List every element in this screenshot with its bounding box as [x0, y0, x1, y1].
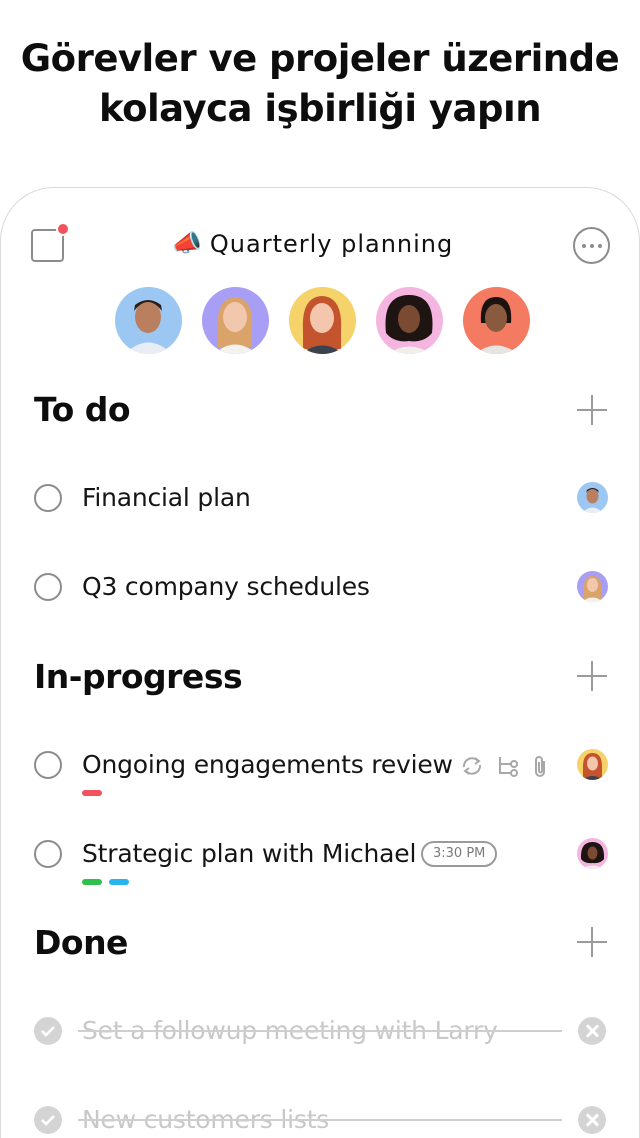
remove-icon[interactable]: [578, 1106, 606, 1134]
check-icon[interactable]: [34, 1106, 62, 1134]
task-row[interactable]: Strategic plan with Michael 3:30 PM: [0, 834, 640, 885]
member-avatars: [115, 287, 530, 354]
avatar[interactable]: [376, 287, 443, 354]
task-row[interactable]: Q3 company schedules: [0, 567, 640, 607]
task-checkbox[interactable]: [34, 573, 62, 601]
assignee-avatar[interactable]: [577, 749, 608, 780]
add-icon[interactable]: [577, 927, 607, 957]
time-chip[interactable]: 3:30 PM: [421, 841, 498, 867]
assignee-avatar[interactable]: [577, 482, 608, 513]
task-label: Financial plan: [82, 483, 251, 512]
megaphone-icon: 📣: [172, 230, 202, 257]
notification-dot: [56, 222, 70, 236]
headline-line-2: kolayca işbirliği yapın: [98, 87, 542, 130]
headline: Görevler ve projeler üzerinde kolayca iş…: [0, 34, 640, 134]
tag-blue: [109, 879, 129, 885]
section-title-done: Done: [34, 923, 128, 962]
check-icon[interactable]: [34, 1017, 62, 1045]
task-checkbox[interactable]: [34, 484, 62, 512]
avatar[interactable]: [202, 287, 269, 354]
task-label: Strategic plan with Michael: [82, 839, 417, 868]
task-label: Ongoing engagements review: [82, 750, 453, 779]
section-title-in-progress: In-progress: [34, 657, 243, 696]
more-icon[interactable]: [573, 227, 610, 264]
remove-icon[interactable]: [578, 1017, 606, 1045]
avatar[interactable]: [115, 287, 182, 354]
task-row-completed[interactable]: New customers lists: [0, 1100, 640, 1138]
project-title[interactable]: 📣 Quarterly planning: [172, 226, 453, 262]
task-meta-icons: [460, 755, 550, 779]
task-label: Q3 company schedules: [82, 572, 370, 601]
avatar[interactable]: [289, 287, 356, 354]
task-row[interactable]: Financial plan: [0, 478, 640, 518]
tag-green: [82, 879, 102, 885]
headline-line-1: Görevler ve projeler üzerinde: [20, 37, 620, 80]
add-icon[interactable]: [577, 661, 607, 691]
task-checkbox[interactable]: [34, 751, 62, 779]
task-checkbox[interactable]: [34, 840, 62, 868]
project-name: Quarterly planning: [209, 230, 454, 258]
avatar[interactable]: [463, 287, 530, 354]
tag-red: [82, 790, 102, 796]
section-title-todo: To do: [34, 390, 131, 429]
repeat-icon: [462, 757, 482, 775]
attachment-icon: [535, 756, 545, 777]
assignee-avatar[interactable]: [577, 838, 608, 869]
strikethrough: [78, 1030, 562, 1032]
task-row-completed[interactable]: Set a followup meeting with Larry: [0, 1011, 640, 1051]
task-row[interactable]: Ongoing engagements review: [0, 745, 640, 796]
subtask-icon: [499, 757, 518, 777]
strikethrough: [78, 1119, 562, 1121]
add-icon[interactable]: [577, 395, 607, 425]
assignee-avatar[interactable]: [577, 571, 608, 602]
